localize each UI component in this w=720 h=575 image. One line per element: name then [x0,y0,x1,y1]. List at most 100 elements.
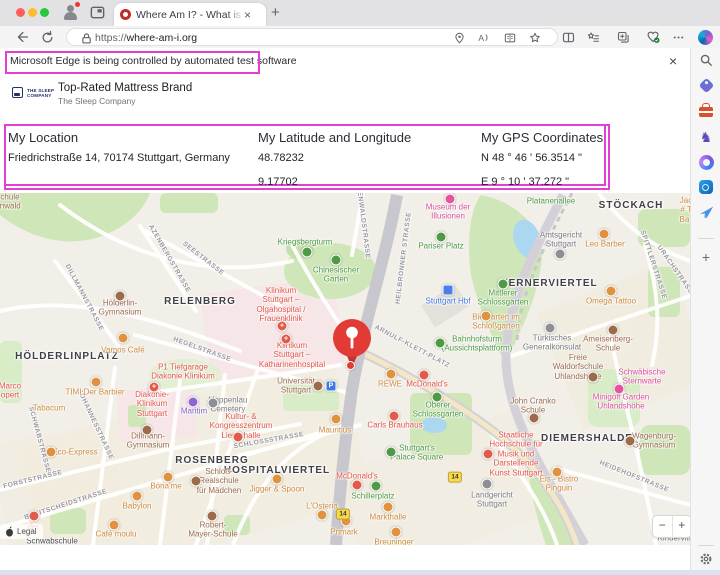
map-poi-label: Ameisenberg- Schule [583,334,633,353]
map-marker-icon [28,510,40,522]
map-poi-label: Jack # Ta Barb [679,195,690,224]
svg-text:A: A [478,33,484,43]
address-bar[interactable]: https://where-am-i.org A [66,28,558,46]
ad-advertiser-name: The Sleep Company [58,95,136,106]
profile-avatar[interactable] [63,2,80,20]
map-poi-label: Amtsgericht Stuttgart [539,230,583,249]
map-poi-label: Markthalle [369,512,407,522]
map-marker-icon [45,446,57,458]
map-poi-label: Schillerplatz [351,491,395,501]
site-security-button[interactable] [77,29,95,47]
copilot-icon [697,29,713,45]
tab-groups-button[interactable] [614,28,632,46]
split-screen-button[interactable] [559,28,577,46]
zoom-out-button[interactable]: − [653,516,673,537]
sidebar-tools-button[interactable] [698,102,714,118]
back-button[interactable] [13,28,31,46]
browser-essentials-button[interactable] [644,28,662,46]
sidebar-customize-button[interactable]: + [698,249,714,265]
tab-close-button[interactable]: × [244,9,251,21]
map-marker-icon [598,228,610,240]
notification-dot [75,2,80,7]
map-poi-label: Platanenallee [526,196,576,206]
map-poi-label: Stuttgart Hbf [425,296,471,306]
map-poi-label: Eis - Bistro Pinguin [539,474,579,493]
map-poi-label: Klinikum Stuttgart – Olgahospital / Frau… [256,286,306,324]
tab-groups-icon [617,31,629,43]
map-poi-label: REWE [378,379,402,389]
map-poi-label: Maritim [180,406,208,416]
location-panel: My Location Friedrichstraße 14, 70174 St… [4,124,606,188]
zoom-window-button[interactable] [39,7,49,17]
map-poi-label: schule enwald [0,193,21,211]
sidebar-outlook-button[interactable] [698,179,714,195]
sidebar-m365-button[interactable] [698,154,714,170]
minimize-window-button[interactable] [27,7,37,17]
advertiser-logo-icon [12,87,23,98]
pin-ground-dot [346,361,355,370]
copilot-button[interactable] [696,28,714,46]
lock-icon [81,32,91,44]
settings-more-button[interactable] [669,28,687,46]
gps-north-value: N 48 ° 46 ' 56.3514 " [481,152,582,164]
sidebar-settings-button[interactable] [698,551,714,567]
map-marker-icon [544,322,556,334]
add-sidebar-item-icon: + [701,249,711,265]
infobar-close-button[interactable]: × [669,53,677,69]
edge-sidebar: ♞ + [690,48,720,570]
map-poi-label: Mittlerer Schlossgarten [477,288,529,307]
sidebar-search-button[interactable] [698,52,714,68]
close-window-button[interactable] [15,7,25,17]
map-marker-icon [482,448,494,460]
map-poi-label: Breuninger [374,537,414,545]
sidebar-games-button[interactable]: ♞ [698,129,714,145]
map-marker-icon [554,248,566,260]
reload-button[interactable] [38,28,56,46]
map-street-label: HEGELSTRASSE [172,335,233,364]
map-poi-label: Robert- Mayer-Schule [188,520,238,539]
add-favorite-button[interactable] [526,29,544,47]
sidebar-divider [698,545,714,546]
avatar-icon [67,5,74,12]
sidebar-drop-button[interactable] [698,204,714,220]
latlon-header: My Latitude and Longitude [258,130,412,145]
road-shield: 14 [447,471,463,483]
map-marker-icon [301,246,313,258]
infobar-message: Microsoft Edge is being controlled by au… [10,55,297,67]
reading-mode-button[interactable] [501,29,519,47]
map-marker-icon: + [276,320,288,332]
search-icon [700,54,712,66]
zoom-in-button[interactable]: + [673,516,691,537]
map-poi-label: Kriegsbergturm [277,237,333,247]
map-canvas[interactable]: RELENBERG HÖLDERLINPLATZ STÖCKACH KERNERVIE… [0,193,690,545]
map-poi-label: Chinesischer Garten [312,265,360,284]
map-marker-icon [481,478,493,490]
sidebar-shopping-button[interactable] [698,77,714,93]
outlook-icon [699,180,713,194]
tab-preview-button[interactable] [89,4,106,21]
map-marker-icon: + [280,333,292,345]
map-poi-label: Türkisches Generalkonsulat [522,333,582,352]
map-marker-icon [382,501,394,513]
map-poi-label: Universität Stuttgart [277,376,315,395]
map-marker-icon [551,466,563,478]
legal-link[interactable]: Legal [17,527,37,536]
collections-button[interactable] [584,28,602,46]
read-aloud-button[interactable]: A [474,29,492,47]
map-marker-icon [418,369,430,381]
ad-headline-link[interactable]: Top-Rated Mattress Brand [58,82,192,94]
browser-tab[interactable]: Where Am I? - What is My Loca × [114,3,266,26]
map-marker-icon [312,380,324,392]
map-poi-label: Pariser Platz [418,241,464,251]
map-street-label: SCHLOSSSTRASSE [233,430,305,451]
url-domain: where-am-i.org [126,32,198,44]
map-marker-icon [370,480,382,492]
map-marker-icon [131,490,143,502]
map-marker-icon [330,254,342,266]
map-marker-icon [497,278,509,290]
geolocation-permission-button[interactable] [450,29,468,47]
new-tab-button[interactable]: + [271,4,280,21]
map-poi-label: Wagenburg- Gymnasium [632,431,676,450]
map-poi-label: Leo Barber [585,239,625,249]
url-text: https://where-am-i.org [95,32,197,44]
